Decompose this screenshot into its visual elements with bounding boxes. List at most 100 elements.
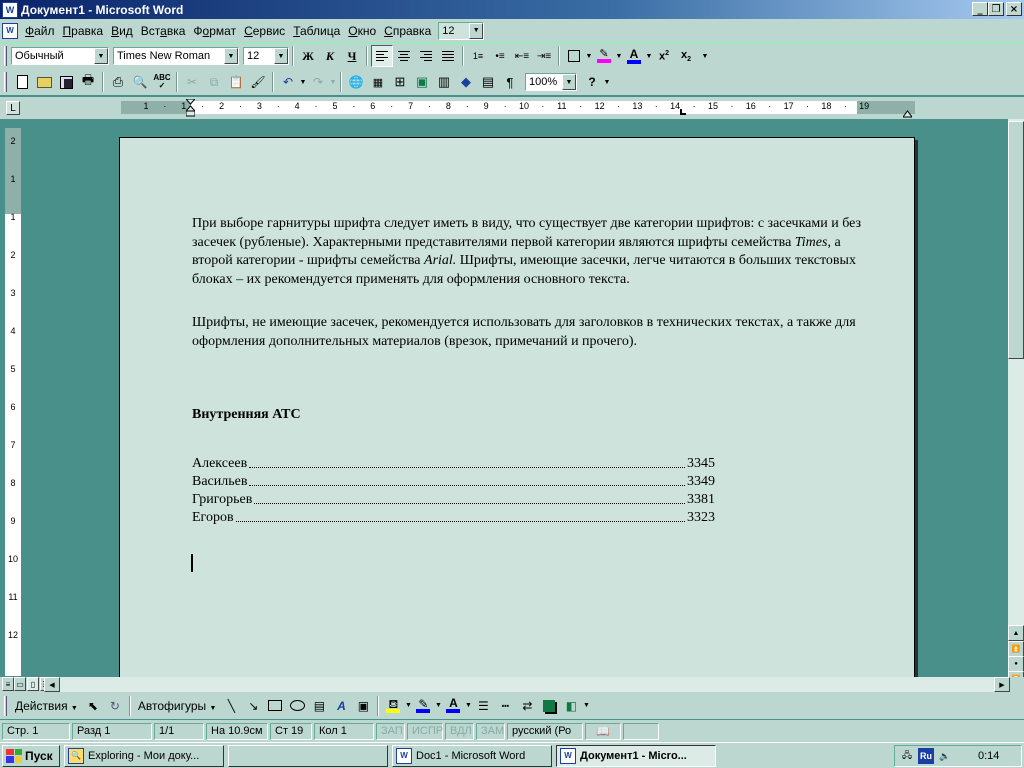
save-button[interactable] [55, 71, 77, 93]
copy-button[interactable]: ⧉ [203, 71, 225, 93]
minimize-button[interactable]: _ [972, 2, 988, 16]
bullets-button[interactable]: •≡ [489, 45, 511, 67]
font-color-button[interactable]: A [623, 45, 645, 67]
clock[interactable]: 0:14 [978, 750, 999, 762]
phone-entry[interactable]: Васильев 3349 [192, 472, 715, 490]
free-rotate-button[interactable]: ↻ [104, 695, 126, 717]
decrease-indent-button[interactable]: ⇤≡ [511, 45, 533, 67]
insert-table-button[interactable]: ⊞ [389, 71, 411, 93]
select-browse-object-button[interactable]: ● [1008, 656, 1024, 672]
cut-button[interactable]: ✂ [181, 71, 203, 93]
tab-selector[interactable]: L [6, 101, 20, 115]
insert-excel-button[interactable]: ▣ [411, 71, 433, 93]
spelling-status[interactable]: 📖 [585, 722, 621, 740]
menu-edit[interactable]: Правка [60, 24, 107, 38]
zoom-combo[interactable]: 100% ▼ [525, 73, 577, 91]
drawing-button[interactable]: ◆ [455, 71, 477, 93]
paragraph-2[interactable]: Шрифты, не имеющие засечек, рекомендуетс… [192, 314, 862, 351]
print-button[interactable]: ⎙ [107, 71, 129, 93]
subscript-button[interactable]: x2 [675, 45, 697, 67]
undo-button[interactable]: ↶ [277, 71, 299, 93]
menu-format[interactable]: Формат [190, 24, 239, 38]
chevron-down-icon[interactable]: ▼ [464, 702, 472, 709]
title-bar[interactable]: W Документ1 - Microsoft Word _ ❐ × [0, 0, 1024, 19]
indent-marker[interactable] [184, 98, 197, 117]
toolbar-options-icon[interactable]: ▼ [582, 702, 590, 709]
horizontal-ruler[interactable]: L 1 · 1 · 2 · 3 · 4 · 5 · 6 · 7 · 8 · 9 · 10 · 11 · 12 · 13 · 14 · 15 ·… [0, 97, 1024, 119]
scroll-left-button[interactable]: ◀ [44, 677, 60, 692]
chevron-down-icon[interactable]: ▼ [274, 48, 288, 64]
email-button[interactable]: 🖶 [77, 71, 99, 93]
document-map-button[interactable]: ▤ [477, 71, 499, 93]
language-indicator[interactable]: Ru [918, 748, 934, 764]
draw-font-color-button[interactable]: A [442, 695, 464, 717]
toolbar-options-icon[interactable]: ▼ [701, 53, 709, 60]
menu-view[interactable]: Вид [108, 24, 136, 38]
status-record[interactable]: ЗАП [376, 722, 405, 740]
spelling-button[interactable]: ABC ✓ [151, 71, 173, 93]
open-button[interactable] [33, 71, 55, 93]
status-track-changes[interactable]: ИСПР [407, 722, 443, 740]
hyperlink-button[interactable]: 🌐 [345, 71, 367, 93]
restore-button[interactable]: ❐ [988, 2, 1004, 16]
numbering-button[interactable]: 1≡ [467, 45, 489, 67]
rectangle-tool-button[interactable] [264, 695, 286, 717]
new-document-button[interactable] [11, 71, 33, 93]
style-combo[interactable]: Обычный ▼ [11, 47, 109, 65]
text-box-button[interactable]: ▤ [308, 695, 330, 717]
status-overtype[interactable]: ЗАМ [476, 722, 505, 740]
italic-button[interactable]: К [319, 45, 341, 67]
menu-help[interactable]: Справка [381, 24, 434, 38]
justify-button[interactable] [437, 45, 459, 67]
web-view-button[interactable]: ▭ [14, 677, 26, 691]
font-size-combo[interactable]: 12 ▼ [243, 47, 289, 65]
chevron-down-icon[interactable]: ▼ [434, 702, 442, 709]
chevron-down-icon[interactable]: ▼ [94, 48, 108, 64]
arrow-tool-button[interactable]: ↘ [242, 695, 264, 717]
scroll-right-button[interactable]: ▶ [994, 677, 1010, 692]
arrow-style-button[interactable]: ⇄ [516, 695, 538, 717]
menu-file[interactable]: Файл [22, 24, 58, 38]
oval-tool-button[interactable] [286, 695, 308, 717]
chevron-down-icon[interactable]: ▼ [585, 53, 593, 60]
actions-menu[interactable]: Действия ▼ [11, 699, 82, 713]
chevron-down-icon[interactable]: ▼ [224, 48, 238, 64]
word-doc-icon[interactable]: W [2, 1, 18, 18]
wordart-button[interactable]: A [330, 695, 352, 717]
line-style-button[interactable]: ☰ [472, 695, 494, 717]
chevron-down-icon[interactable]: ▼ [469, 22, 484, 39]
chevron-down-icon[interactable]: ▼ [615, 53, 623, 60]
scroll-thumb[interactable] [1008, 121, 1024, 359]
start-button[interactable]: Пуск [2, 744, 60, 767]
paragraph-1[interactable]: При выборе гарнитуры шрифта следует имет… [192, 215, 862, 289]
horizontal-scroll-track[interactable] [60, 677, 1000, 692]
chevron-down-icon[interactable]: ▼ [299, 79, 307, 86]
speaker-icon[interactable]: 🔈 [937, 748, 953, 764]
horizontal-scrollbar[interactable]: ≡ ▭ ▯ ☰ ◀ ▶ [0, 677, 1024, 692]
scroll-up-button[interactable]: ▲ [1008, 625, 1024, 641]
chevron-down-icon[interactable]: ▼ [562, 74, 576, 90]
align-right-button[interactable] [415, 45, 437, 67]
toolbar-grip[interactable] [4, 46, 7, 66]
bold-button[interactable]: Ж [297, 45, 319, 67]
line-color-button[interactable]: ✎ [412, 695, 434, 717]
toolbar-grip[interactable] [4, 695, 7, 716]
tab-stop-marker[interactable] [680, 109, 686, 115]
columns-button[interactable]: ▥ [433, 71, 455, 93]
dash-style-button[interactable]: ┅ [494, 695, 516, 717]
right-indent-marker[interactable] [902, 107, 913, 118]
vertical-ruler[interactable]: 2 1 1 2 3 4 5 6 7 8 9 10 11 12 [5, 128, 21, 676]
paste-button[interactable]: 📋 [225, 71, 247, 93]
chevron-down-icon[interactable]: ▼ [329, 79, 337, 86]
heading-internal-phone[interactable]: Внутренняя АТС [192, 406, 301, 425]
normal-view-button[interactable]: ≡ [2, 677, 14, 691]
fill-color-button[interactable]: ⛾ [382, 695, 404, 717]
toolbar-grip[interactable] [4, 72, 7, 92]
align-center-button[interactable] [393, 45, 415, 67]
font-combo[interactable]: Times New Roman ▼ [113, 47, 239, 65]
document-page[interactable]: При выборе гарнитуры шрифта следует имет… [119, 137, 915, 677]
clipart-button[interactable]: ▣ [352, 695, 374, 717]
tables-borders-button[interactable]: ▦ [367, 71, 389, 93]
scroll-up-icon[interactable]: ⏫ [1008, 641, 1024, 657]
menu-window[interactable]: Окно [345, 24, 379, 38]
